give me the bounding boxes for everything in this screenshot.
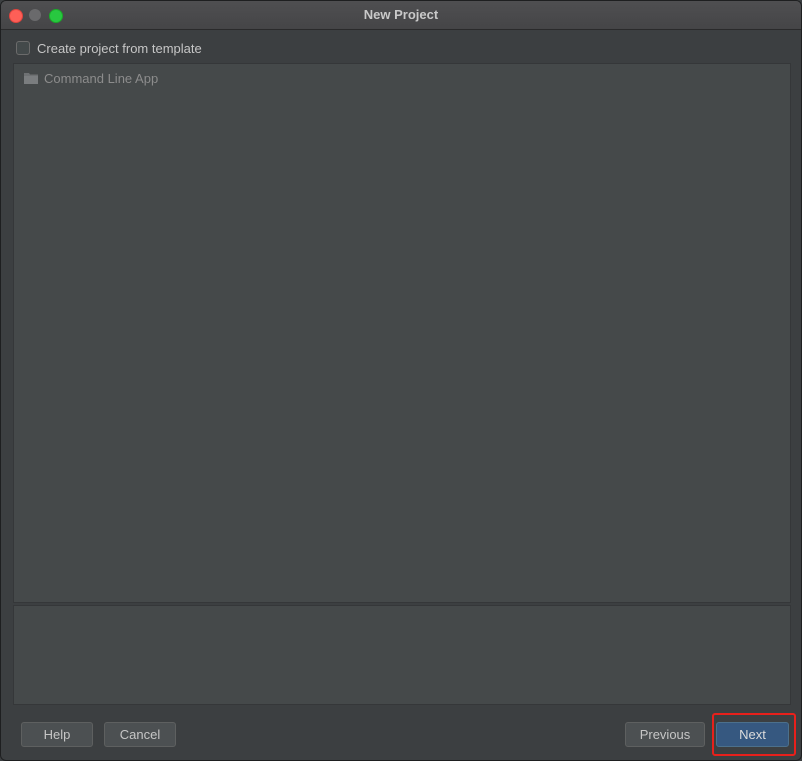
- folder-icon: [24, 72, 38, 84]
- create-from-template-label[interactable]: Create project from template: [37, 41, 202, 56]
- previous-button[interactable]: Previous: [625, 722, 705, 747]
- template-list[interactable]: Command Line App: [13, 63, 791, 603]
- next-button-highlight: [712, 713, 796, 756]
- list-item-label: Command Line App: [44, 70, 159, 86]
- help-button[interactable]: Help: [21, 722, 93, 747]
- list-item-command-line-app[interactable]: Command Line App: [24, 70, 158, 86]
- template-description-panel: [13, 605, 791, 705]
- create-from-template-option[interactable]: Create project from template: [16, 40, 202, 56]
- title-bar: New Project: [1, 1, 801, 30]
- new-project-dialog: New Project Create project from template…: [0, 0, 802, 761]
- create-from-template-checkbox[interactable]: [16, 41, 30, 55]
- window-title: New Project: [363, 7, 439, 22]
- cancel-button[interactable]: Cancel: [104, 722, 176, 747]
